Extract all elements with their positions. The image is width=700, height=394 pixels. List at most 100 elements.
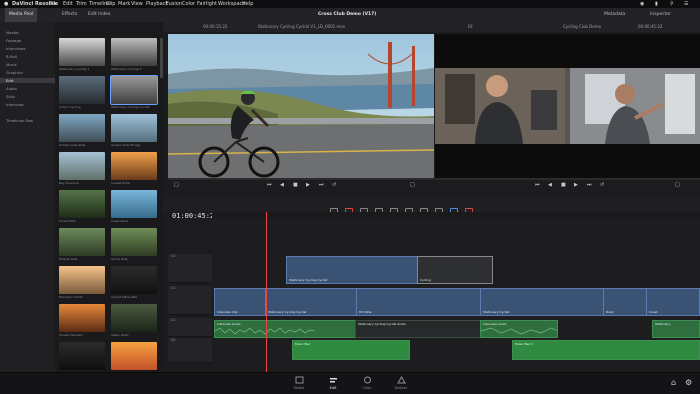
v1-clip[interactable]: Coast (646, 288, 700, 316)
media-clip-label: Sunset Descent (59, 333, 83, 337)
media-clip-thumbnail[interactable] (59, 76, 105, 104)
program-stop-icon[interactable]: ■ (561, 182, 566, 188)
a1-clip[interactable]: Interview Audio (214, 320, 356, 338)
v1-clip[interactable]: Hill Ride (356, 288, 481, 316)
bin-item[interactable]: Timelines Pool (6, 118, 33, 123)
source-loop-icon[interactable]: ↺ (332, 182, 336, 188)
v1-clip[interactable]: Stationary Cycling Cyclist (265, 288, 357, 316)
program-loop-icon[interactable]: ↺ (600, 182, 604, 188)
media-clip-thumbnail[interactable] (59, 266, 105, 294)
settings-icon[interactable]: ⚙ (685, 378, 692, 387)
v2-clip[interactable]: Stationary Cycling Cyclist (286, 256, 418, 284)
a1-clip[interactable]: Stationary (652, 320, 700, 338)
a1-clip[interactable]: Interview Audio (480, 320, 558, 338)
program-jog-back-icon[interactable]: ⏮ (535, 182, 540, 188)
timeline-toolbar (163, 198, 700, 216)
v1-clip[interactable]: Stationary Cyclist (480, 288, 604, 316)
media-pool-button[interactable]: Media Pool (5, 8, 38, 22)
media-clip-thumbnail[interactable] (111, 304, 157, 332)
media-clip-thumbnail[interactable] (111, 190, 157, 218)
search-icon[interactable]: ⚲ (670, 0, 674, 8)
media-clip-thumbnail[interactable] (111, 38, 157, 66)
a1-clip[interactable]: Stationary Cycling Cyclist Audio (355, 320, 481, 338)
metadata-button[interactable]: Metadata (604, 8, 625, 22)
bin-item[interactable]: Footage (6, 38, 21, 43)
program-fullscreen-icon[interactable]: □ (675, 182, 680, 188)
media-clip-thumbnail[interactable] (111, 266, 157, 294)
media-clip-thumbnail[interactable] (59, 228, 105, 256)
v1-clip[interactable]: Road (603, 288, 647, 316)
program-viewer[interactable] (435, 34, 700, 178)
source-jog-back-icon[interactable]: ⏮ (267, 182, 272, 188)
page-edit[interactable]: Edit (318, 376, 348, 390)
menu-playback[interactable]: Playback (146, 0, 168, 8)
menu-fairlight[interactable]: Fairlight (197, 0, 217, 8)
media-clip-thumbnail[interactable] (59, 190, 105, 218)
source-mark-icon[interactable]: □ (410, 182, 415, 188)
source-play-icon[interactable]: ▶ (306, 182, 310, 188)
program-reverse-icon[interactable]: ◀ (548, 182, 552, 188)
color-icon (363, 376, 372, 384)
zoom-dropdown[interactable]: Fit (468, 22, 473, 32)
menu-edit[interactable]: Edit (63, 0, 73, 8)
source-stop-icon[interactable]: ■ (293, 182, 298, 188)
track-header-a1[interactable]: A1 (168, 318, 212, 337)
source-reverse-icon[interactable]: ◀ (280, 182, 284, 188)
playhead[interactable] (266, 212, 267, 372)
media-clip-thumbnail[interactable] (111, 228, 157, 256)
bin-item[interactable]: Master (6, 30, 19, 35)
a2-clip[interactable]: Music Bed 2 (512, 340, 700, 360)
bin-item[interactable]: B-Roll (6, 54, 17, 59)
menu-fusion[interactable]: Fusion (166, 0, 182, 8)
program-play-icon[interactable]: ▶ (574, 182, 578, 188)
track-header-a2[interactable]: A2 (168, 338, 212, 363)
menu-mark[interactable]: Mark (118, 0, 130, 8)
effects-button[interactable]: Effects (62, 8, 77, 22)
bin-item[interactable]: Interview (6, 102, 24, 107)
bin-item[interactable]: Stills (6, 94, 15, 99)
menu-help[interactable]: Help (242, 0, 253, 8)
program-next-icon[interactable]: ⏭ (587, 182, 592, 188)
bin-item[interactable]: Interviews (6, 46, 26, 51)
menu-view[interactable]: View (131, 0, 143, 8)
wifi-icon[interactable]: ◉ (640, 0, 644, 8)
menu-clip[interactable]: Clip (106, 0, 115, 8)
menu-file[interactable]: File (50, 0, 58, 8)
bin-item[interactable]: Graphics (6, 70, 23, 75)
media-clip-thumbnail[interactable] (59, 304, 105, 332)
media-clip-thumbnail[interactable] (59, 38, 105, 66)
media-clip-thumbnail[interactable] (110, 75, 158, 105)
source-options-icon[interactable]: □ (174, 182, 179, 188)
page-deliver[interactable]: Deliver (386, 376, 416, 390)
bin-item[interactable]: Music (6, 62, 17, 67)
source-viewer[interactable] (168, 34, 434, 178)
media-pool-scrollbar[interactable] (160, 38, 163, 78)
bin-item[interactable]: Audio (6, 86, 17, 91)
track-header-v1[interactable]: V1 (168, 286, 212, 315)
inspector-button[interactable]: Inspector (650, 8, 671, 22)
edit-index-button[interactable]: Edit Index (88, 8, 111, 22)
track-header-v2[interactable]: V2 (168, 254, 212, 283)
page-switcher: Media Edit Color Deliver ⌂ ⚙ (0, 372, 700, 394)
media-clip-thumbnail[interactable] (111, 114, 157, 142)
page-color[interactable]: Color (352, 376, 382, 390)
control-center-icon[interactable]: ☰ (684, 0, 688, 8)
battery-icon[interactable]: ▮ (655, 0, 658, 8)
v1-clip[interactable]: Interview Clip (214, 288, 266, 316)
page-media[interactable]: Media (284, 376, 314, 390)
media-clip-thumbnail[interactable] (111, 342, 157, 370)
menu-trim[interactable]: Trim (76, 0, 87, 8)
media-clip-thumbnail[interactable] (59, 114, 105, 142)
source-next-icon[interactable]: ⏭ (319, 182, 324, 188)
v2-clip[interactable]: Cycling (417, 256, 493, 284)
home-icon[interactable]: ⌂ (671, 378, 676, 387)
media-clip-thumbnail[interactable] (59, 342, 105, 370)
a2-clip[interactable]: Music Bed (292, 340, 410, 360)
source-scrubber[interactable] (168, 178, 434, 180)
program-scrubber[interactable] (435, 178, 700, 180)
menu-color[interactable]: Color (182, 0, 195, 8)
apple-icon[interactable]: ● (4, 0, 8, 8)
media-clip-thumbnail[interactable] (59, 152, 105, 180)
media-clip-thumbnail[interactable] (111, 152, 157, 180)
bin-item[interactable]: Edit (0, 78, 57, 83)
